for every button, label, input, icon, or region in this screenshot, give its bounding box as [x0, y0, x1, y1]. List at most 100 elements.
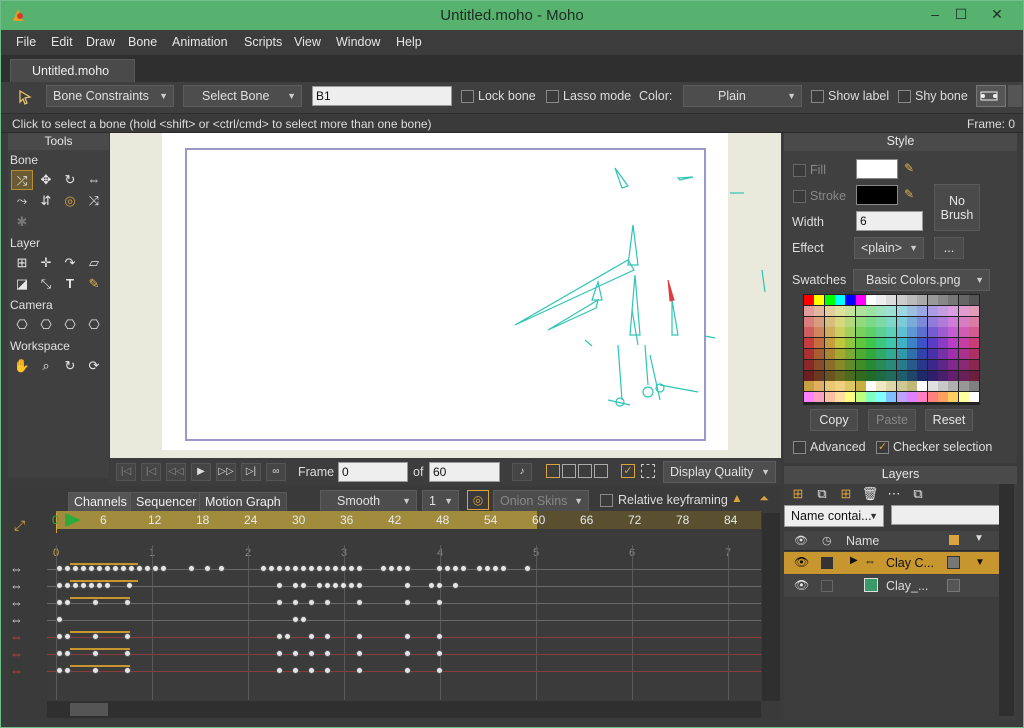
keyframe[interactable] [300, 616, 307, 623]
palette-swatch[interactable] [907, 338, 917, 349]
palette-swatch[interactable] [886, 381, 897, 392]
keyframe[interactable] [56, 633, 63, 640]
keyframe[interactable] [120, 565, 127, 572]
bone-name-field[interactable]: B1 [312, 86, 452, 106]
palette-swatch[interactable] [958, 359, 969, 370]
palette-swatch[interactable] [824, 305, 835, 316]
view-quad-icon[interactable] [594, 464, 608, 478]
keyframe[interactable] [308, 565, 315, 572]
bone-rig[interactable] [500, 160, 770, 420]
palette-swatch[interactable] [907, 370, 917, 381]
palette-swatch[interactable] [907, 381, 917, 392]
keyframe[interactable] [324, 633, 331, 640]
layer-name[interactable]: Clay_... [886, 579, 928, 593]
playhead-icon[interactable] [63, 513, 83, 527]
keyframe[interactable] [80, 565, 87, 572]
stroke-color-swatch[interactable] [856, 185, 898, 205]
palette-swatch[interactable] [814, 381, 825, 392]
palette-swatch[interactable] [917, 295, 928, 305]
set-origin-icon[interactable]: ⊞ [11, 253, 33, 273]
palette-swatch[interactable] [876, 305, 887, 316]
keyframe[interactable] [292, 565, 299, 572]
effect-dropdown[interactable]: <plain> ▼ [854, 237, 924, 259]
palette-swatch[interactable] [937, 359, 948, 370]
menu-window[interactable]: Window [336, 35, 380, 49]
lock-toggle[interactable] [821, 557, 833, 569]
bone-channel-red-icon[interactable]: ⇔ [10, 663, 23, 678]
palette-swatch[interactable] [876, 295, 887, 305]
palette-swatch[interactable] [814, 305, 825, 316]
keyframe[interactable] [56, 582, 63, 589]
keyframe[interactable] [64, 599, 71, 606]
safe-frame-icon[interactable] [641, 464, 655, 478]
palette-swatch[interactable] [896, 370, 907, 381]
keyframe[interactable] [96, 565, 103, 572]
bone-display-button[interactable] [976, 85, 1006, 107]
palette-swatch[interactable] [907, 305, 917, 316]
keyframe[interactable] [64, 565, 71, 572]
palette-swatch[interactable] [865, 392, 876, 403]
palette-swatch[interactable] [886, 316, 897, 327]
menu-edit[interactable]: Edit [51, 35, 73, 49]
bone-channel-icon[interactable]: ⇔ [10, 595, 23, 610]
keyframe[interactable] [124, 633, 131, 640]
add-bone-icon[interactable]: ⤳ [11, 191, 33, 211]
effect-more-button[interactable]: ... [934, 237, 964, 259]
palette-swatch[interactable] [804, 295, 814, 305]
keyframe[interactable] [204, 565, 211, 572]
keyframe[interactable] [124, 599, 131, 606]
keyframe[interactable] [92, 650, 99, 657]
tab-motion-graph[interactable]: Motion Graph [199, 492, 287, 512]
lasso-mode-checkbox[interactable] [546, 90, 559, 103]
audio-icon[interactable]: ♪ [512, 463, 532, 481]
pencil-icon[interactable]: ✎ [83, 274, 105, 294]
keyframe[interactable] [56, 650, 63, 657]
menu-file[interactable]: File [16, 35, 36, 49]
palette-swatch[interactable] [834, 295, 845, 305]
scale-layer-icon[interactable]: ⤡ [35, 274, 57, 294]
keyframe[interactable] [284, 565, 291, 572]
keyframe[interactable] [88, 565, 95, 572]
display-quality-dropdown[interactable]: Display Quality ▼ [663, 461, 776, 483]
keyframe[interactable] [292, 616, 299, 623]
palette-swatch[interactable] [876, 359, 887, 370]
palette-swatch[interactable] [855, 338, 866, 349]
palette-swatch[interactable] [886, 305, 897, 316]
bone-channel-icon[interactable]: ⇔ [10, 561, 23, 576]
bone-channel-icon[interactable]: ⇔ [10, 612, 23, 627]
bone-constraints-dropdown[interactable]: Bone Constraints ▼ [46, 85, 174, 107]
lock-toggle[interactable] [821, 580, 833, 592]
palette-swatch[interactable] [948, 381, 959, 392]
palette-swatch[interactable] [927, 392, 938, 403]
palette-swatch[interactable] [824, 381, 835, 392]
palette-swatch[interactable] [937, 295, 948, 305]
palette-swatch[interactable] [907, 316, 917, 327]
palette-swatch[interactable] [948, 338, 959, 349]
document-tab[interactable]: Untitled.moho [10, 59, 135, 82]
palette-swatch[interactable] [876, 316, 887, 327]
palette-swatch[interactable] [865, 295, 876, 305]
palette-swatch[interactable] [937, 349, 948, 359]
palette-swatch[interactable] [886, 370, 897, 381]
palette-swatch[interactable] [814, 359, 825, 370]
hand-icon[interactable]: ✋ [11, 356, 33, 376]
interpolation-dropdown[interactable]: Smooth ▼ [320, 490, 417, 512]
palette-swatch[interactable] [814, 349, 825, 359]
onion-skin-icon[interactable]: ◎ [467, 490, 489, 510]
keyframe[interactable] [436, 565, 443, 572]
palette-swatch[interactable] [824, 295, 835, 305]
chevron-down-icon[interactable]: ▼ [975, 557, 985, 568]
palette-swatch[interactable] [968, 295, 979, 305]
palette-swatch[interactable] [804, 316, 814, 327]
keyframe[interactable] [396, 565, 403, 572]
palette-swatch[interactable] [865, 381, 876, 392]
keyframe[interactable] [324, 667, 331, 674]
pan-tilt-camera-icon[interactable]: ⎔ [83, 315, 105, 335]
palette-swatch[interactable] [845, 295, 856, 305]
palette-swatch[interactable] [968, 370, 979, 381]
palette-swatch[interactable] [958, 327, 969, 338]
palette-swatch[interactable] [948, 295, 959, 305]
palette-swatch[interactable] [855, 392, 866, 403]
palette-swatch[interactable] [907, 359, 917, 370]
palette-swatch[interactable] [824, 327, 835, 338]
